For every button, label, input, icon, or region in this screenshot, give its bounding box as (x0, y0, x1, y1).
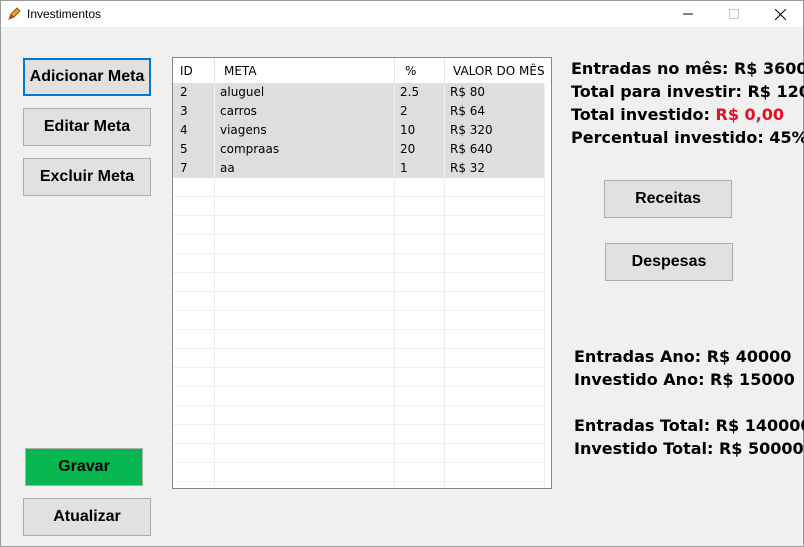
cell-percent: 2 (395, 102, 445, 121)
main-window: Investimentos Adicionar Meta Editar Meta… (0, 0, 804, 547)
cell-meta: carros (215, 102, 395, 121)
minimize-button[interactable] (665, 1, 711, 27)
cell-id: 5 (173, 140, 215, 159)
window-title: Investimentos (27, 7, 102, 21)
despesas-button[interactable]: Despesas (605, 243, 733, 281)
cell-meta: aa (215, 159, 395, 178)
cell-valor: R$ 32 (445, 159, 545, 178)
table-row[interactable]: 4 viagens 10 R$ 320 (173, 121, 545, 140)
pencil-app-icon (8, 7, 21, 20)
cell-id: 3 (173, 102, 215, 121)
delete-goal-button[interactable]: Excluir Meta (23, 158, 151, 196)
to-invest-text: Total para investir: R$ 1200 (571, 82, 804, 101)
cell-id: 7 (173, 159, 215, 178)
total-invested-label: Total investido: (571, 105, 716, 124)
close-icon (774, 8, 786, 20)
minimize-icon (683, 13, 693, 15)
table-row[interactable]: 7 aa 1 R$ 32 (173, 159, 545, 178)
total-invested-overall-text: Investido Total: R$ 50000 (574, 439, 804, 458)
total-invested-line: Total investido: R$ 0,00 (571, 105, 784, 124)
cell-valor: R$ 320 (445, 121, 545, 140)
table-row[interactable]: 2 aluguel 2.5 R$ 80 (173, 83, 545, 102)
edit-goal-button[interactable]: Editar Meta (23, 108, 151, 146)
cell-meta: aluguel (215, 83, 395, 102)
refresh-button[interactable]: Atualizar (23, 498, 151, 536)
cell-id: 2 (173, 83, 215, 102)
column-header-percent[interactable]: % (395, 58, 445, 83)
table-row[interactable]: 3 carros 2 R$ 64 (173, 102, 545, 121)
cell-meta: compraas (215, 140, 395, 159)
cell-percent: 10 (395, 121, 445, 140)
total-income-text: Entradas Total: R$ 140000 (574, 416, 804, 435)
monthly-income-text: Entradas no mês: R$ 3600 (571, 59, 804, 78)
title-bar[interactable]: Investimentos (1, 1, 803, 27)
cell-valor: R$ 64 (445, 102, 545, 121)
column-header-id[interactable]: ID (173, 58, 215, 83)
table-header: ID META % VALOR DO MÊS (173, 58, 545, 83)
maximize-button[interactable] (711, 1, 757, 27)
cell-valor: R$ 80 (445, 83, 545, 102)
goals-table[interactable]: ID META % VALOR DO MÊS 2 aluguel 2.5 R$ … (172, 57, 552, 489)
cell-percent: 2.5 (395, 83, 445, 102)
save-button[interactable]: Gravar (25, 448, 143, 486)
cell-valor: R$ 640 (445, 140, 545, 159)
receitas-button[interactable]: Receitas (604, 180, 732, 218)
yearly-income-text: Entradas Ano: R$ 40000 (574, 347, 792, 366)
column-header-meta[interactable]: META (215, 58, 395, 83)
cell-percent: 20 (395, 140, 445, 159)
cell-id: 4 (173, 121, 215, 140)
cell-percent: 1 (395, 159, 445, 178)
invested-percent-text: Percentual investido: 45% (571, 128, 804, 147)
maximize-icon (729, 9, 739, 19)
total-invested-value: R$ 0,00 (715, 105, 785, 124)
yearly-invested-text: Investido Ano: R$ 15000 (574, 370, 795, 389)
column-header-valor[interactable]: VALOR DO MÊS (445, 58, 545, 83)
cell-meta: viagens (215, 121, 395, 140)
add-goal-button[interactable]: Adicionar Meta (23, 58, 151, 96)
close-button[interactable] (757, 1, 803, 27)
table-row[interactable]: 5 compraas 20 R$ 640 (173, 140, 545, 159)
